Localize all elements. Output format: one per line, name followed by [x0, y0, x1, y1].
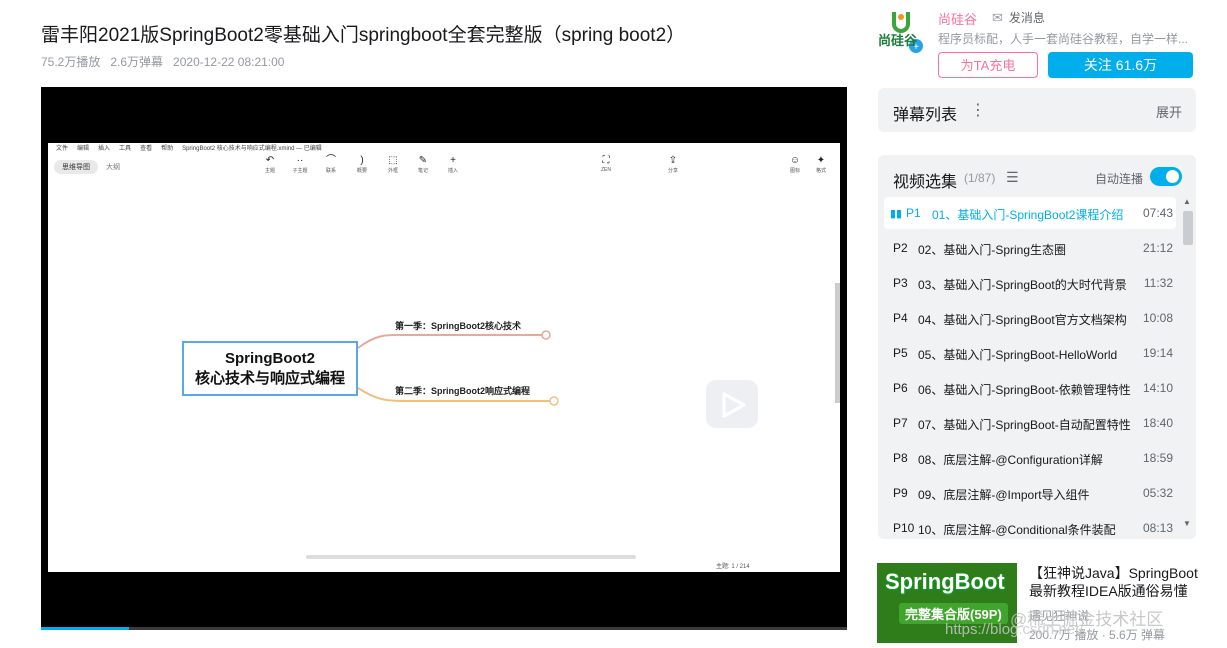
- episode-list: ▮▮ P1 01、基础入门-SpringBoot2课程介绍 07:43 P2 02、基础…: [884, 197, 1176, 539]
- play-count: 75.2万播放: [41, 55, 101, 69]
- scroll-up-icon[interactable]: ▲: [1183, 197, 1191, 206]
- episode-item[interactable]: ▮▮ P1 01、基础入门-SpringBoot2课程介绍 07:43: [884, 197, 1176, 229]
- play-button[interactable]: [706, 380, 758, 428]
- more-options-icon[interactable]: ⋮: [970, 100, 986, 120]
- watermark-url: https://blog.csdn.net/...: [945, 621, 1096, 638]
- mindmap-root-node: SpringBoot2 核心技术与响应式编程: [182, 341, 358, 396]
- video-frame: 文件 编辑 插入 工具 查看 帮助 SpringBoot2 核心技术与响应式编程.xmind…: [48, 143, 840, 572]
- charge-button[interactable]: 为TA充电: [938, 52, 1038, 78]
- episode-item[interactable]: P10 10、底层注解-@Conditional条件装配 08:13: [884, 512, 1176, 539]
- thumb-line1: SpringBoot: [885, 569, 1005, 594]
- episode-item[interactable]: P8 08、底层注解-@Configuration详解 18:59: [884, 442, 1176, 477]
- episode-count: (1/87): [964, 171, 996, 185]
- episode-item[interactable]: P4 04、基础入门-SpringBoot官方文档架构 10:08: [884, 302, 1176, 337]
- play-icon: [722, 392, 746, 418]
- autoplay-label: 自动连播: [1095, 172, 1144, 186]
- up-description: 程序员标配，人手一套尚硅谷教程，自学一样...: [938, 32, 1189, 46]
- up-avatar[interactable]: + 尚硅谷: [878, 8, 924, 54]
- autoplay-toggle[interactable]: [1150, 167, 1182, 186]
- mindmap-connectors: [357, 283, 840, 406]
- mindmap-branch-1: 第一季：SpringBoot2核心技术: [395, 321, 521, 331]
- episode-item[interactable]: P9 09、底层注解-@Import导入组件 05:32: [884, 477, 1176, 512]
- episode-panel-title: 视频选集: [893, 174, 958, 191]
- playing-icon: ▮▮: [890, 208, 903, 220]
- topic-count: 主题: 1 / 214: [716, 564, 750, 570]
- progress-fill: [41, 627, 129, 630]
- danmaku-list-panel[interactable]: 弹幕列表 ⋮ 展开: [878, 88, 1196, 132]
- progress-track[interactable]: [41, 627, 847, 630]
- episode-item[interactable]: P7 07、基础入门-SpringBoot-自动配置特性 18:40: [884, 407, 1176, 442]
- mail-icon: ✉: [992, 10, 1003, 25]
- recommend-title[interactable]: 【狂神说Java】SpringBoot最新教程IDEA版通俗易懂: [1029, 564, 1204, 600]
- episode-item[interactable]: P3 03、基础入门-SpringBoot的大时代背景 11:32: [884, 267, 1176, 302]
- danmaku-list-title: 弹幕列表: [893, 107, 958, 124]
- send-message-label: 发消息: [1008, 11, 1045, 25]
- danmaku-count: 2.6万弹幕: [110, 55, 164, 69]
- episode-item[interactable]: P2 02、基础入门-Spring生态圈 21:12: [884, 232, 1176, 267]
- up-name[interactable]: 尚硅谷: [938, 9, 977, 28]
- publish-date: 2020-12-22 08:21:00: [173, 55, 285, 69]
- episode-panel: 视频选集 (1/87) ☰ 自动连播 ▮▮ P1 01、基础入门-SpringBoo…: [878, 155, 1196, 539]
- list-view-icon[interactable]: ☰: [1006, 169, 1019, 186]
- episode-item[interactable]: P5 05、基础入门-SpringBoot-HelloWorld 19:14: [884, 337, 1176, 372]
- follow-button[interactable]: 关注 61.6万: [1048, 52, 1193, 78]
- avatar-text: 尚硅谷: [878, 33, 918, 48]
- root-line1: SpringBoot2: [225, 350, 315, 367]
- player-sending-bar: [41, 634, 847, 648]
- canvas-scrollbar: [306, 555, 636, 559]
- danmaku-expand-button[interactable]: 展开: [1156, 102, 1182, 121]
- root-line2: 核心技术与响应式编程: [194, 370, 345, 387]
- send-message[interactable]: ✉ 发消息: [992, 9, 1045, 26]
- mindmap-branch-2: 第二季：SpringBoot2响应式编程: [395, 386, 530, 396]
- video-meta: 75.2万播放 2.6万弹幕 2020-12-22 08:21:00: [41, 53, 294, 70]
- episode-scrollbar-thumb[interactable]: [1183, 211, 1193, 245]
- video-title: 雷丰阳2021版SpringBoot2零基础入门springboot全套完整版（…: [41, 25, 686, 46]
- episode-item[interactable]: P6 06、基础入门-SpringBoot-依赖管理特性 14:10: [884, 372, 1176, 407]
- scroll-down-icon[interactable]: ▼: [1183, 519, 1191, 528]
